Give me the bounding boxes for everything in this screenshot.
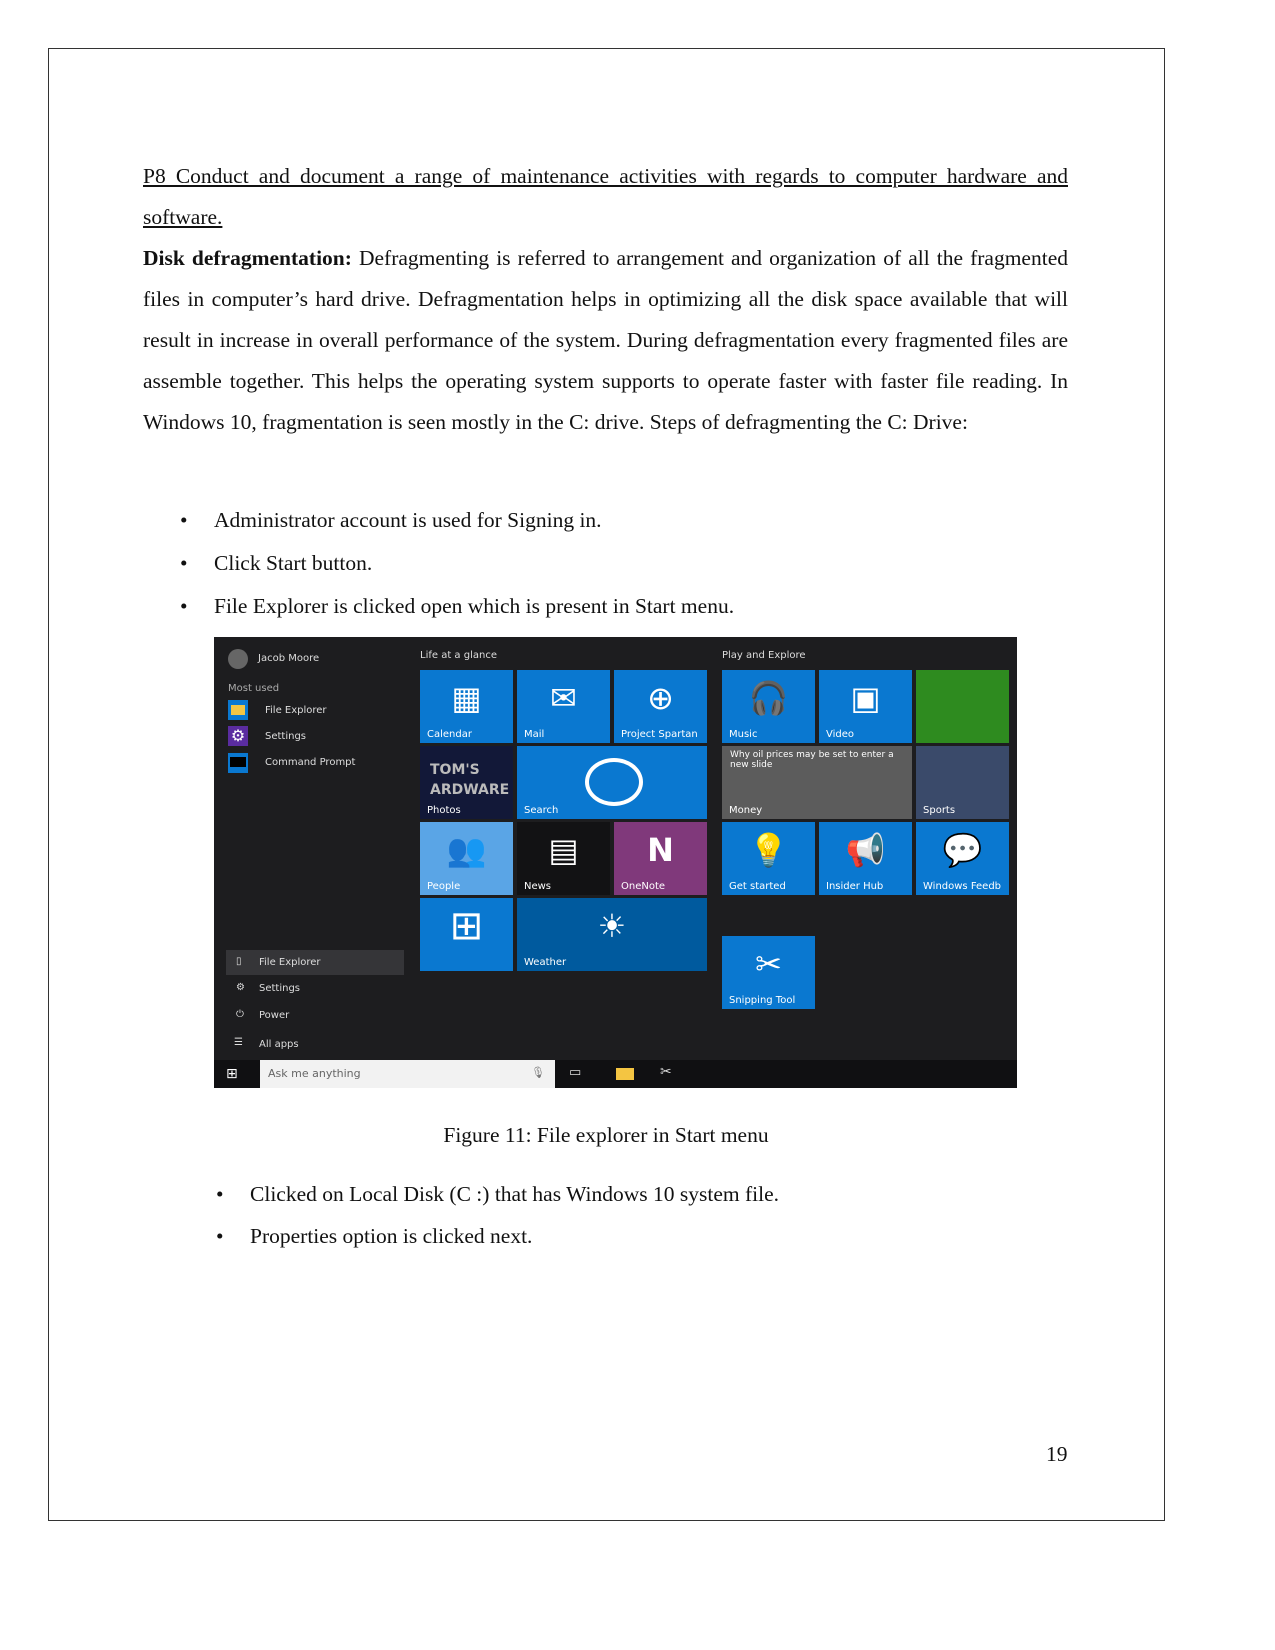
store-icon: ⊞ — [449, 903, 484, 949]
mail-icon: ✉ — [550, 679, 577, 717]
lightbulb-icon: 💡 — [748, 831, 789, 869]
search-box[interactable]: Ask me anything 🎙 — [260, 1060, 555, 1088]
feedback-icon: 💬 — [942, 831, 983, 869]
tile-snipping-tool[interactable]: ✂ Snipping Tool — [722, 936, 815, 1009]
headphones-icon: 🎧 — [748, 679, 789, 717]
bullet-item: • Properties option is clicked next. — [216, 1224, 533, 1248]
tile-xbox-avatars[interactable] — [916, 670, 1009, 743]
scissors-icon: ✂ — [755, 945, 782, 983]
bullet-item: • Click Start button. — [180, 551, 373, 575]
tile-get-started[interactable]: 💡 Get started — [722, 822, 815, 895]
tile-news[interactable]: ▤ News — [517, 822, 610, 895]
most-used-settings[interactable]: Settings — [265, 731, 306, 742]
tile-weather[interactable]: ☀ Weather — [517, 898, 707, 971]
video-icon: ▣ — [850, 679, 881, 717]
bottom-settings[interactable]: Settings — [259, 983, 300, 994]
bottom-file-explorer[interactable]: File Explorer — [259, 957, 321, 968]
tile-photos[interactable]: TOM'S ARDWARE Photos — [420, 746, 513, 819]
paragraph-text: Defragmenting is referred to arrangement… — [143, 246, 1068, 434]
settings-icon: ⚙ — [228, 726, 248, 746]
bullet-item: • Administrator account is used for Signi… — [180, 508, 602, 532]
page-number: 19 — [1046, 1442, 1068, 1466]
sun-icon: ☀ — [597, 907, 627, 945]
document-page: P8 Conduct and document a range of maint… — [0, 0, 1275, 1650]
tile-money[interactable]: Why oil prices may be set to enter a new… — [722, 746, 912, 819]
people-icon: 👥 — [446, 831, 487, 869]
file-explorer-icon: ▯ — [236, 956, 242, 967]
tile-store[interactable]: ⊞ — [420, 898, 513, 971]
file-explorer-icon — [228, 700, 248, 720]
tile-onenote[interactable]: N OneNote — [614, 822, 707, 895]
tile-search[interactable]: Search — [517, 746, 707, 819]
avatar[interactable] — [228, 649, 248, 669]
tile-music[interactable]: 🎧 Music — [722, 670, 815, 743]
tile-mail[interactable]: ✉ Mail — [517, 670, 610, 743]
group-label: Life at a glance — [420, 650, 497, 661]
most-used-file-explorer[interactable]: File Explorer — [265, 705, 327, 716]
section-heading: P8 Conduct and document a range of maint… — [143, 164, 1068, 229]
file-explorer-taskbar-icon[interactable] — [616, 1068, 634, 1080]
command-prompt-icon — [228, 753, 248, 773]
megaphone-icon: 📢 — [845, 831, 886, 869]
cortana-icon — [585, 758, 643, 806]
tile-project-spartan[interactable]: ⊕ Project Spartan — [614, 670, 707, 743]
bottom-power[interactable]: Power — [259, 1010, 289, 1021]
tile-calendar[interactable]: ▦ Calendar — [420, 670, 513, 743]
snipping-tool-taskbar-icon[interactable]: ✂ — [660, 1064, 672, 1080]
user-name[interactable]: Jacob Moore — [258, 653, 319, 664]
term-label: Disk defragmentation: — [143, 246, 352, 270]
tile-sports[interactable]: Sports — [916, 746, 1009, 819]
bullet-item: • Clicked on Local Disk (C :) that has Wi… — [216, 1182, 779, 1206]
body-paragraph: Disk defragmentation: Defragmenting is r… — [143, 238, 1068, 443]
bullet-item: • File Explorer is clicked open which is … — [180, 594, 735, 618]
tile-insider-hub[interactable]: 📢 Insider Hub — [819, 822, 912, 895]
start-menu-screenshot: Jacob Moore Most used File Explorer ⚙ Se… — [214, 637, 1017, 1088]
taskbar: ⊞ Ask me anything 🎙 ▭ ✂ — [214, 1060, 1017, 1088]
figure-caption: Figure 11: File explorer in Start menu — [443, 1123, 769, 1147]
onenote-icon: N — [647, 831, 674, 869]
tile-video[interactable]: ▣ Video — [819, 670, 912, 743]
windows-start-icon[interactable]: ⊞ — [226, 1066, 238, 1082]
group-label: Play and Explore — [722, 650, 806, 661]
most-used-command-prompt[interactable]: Command Prompt — [265, 757, 355, 768]
tile-windows-feedback[interactable]: 💬 Windows Feedb — [916, 822, 1009, 895]
power-icon: ⏻ — [236, 1009, 244, 1020]
calendar-icon: ▦ — [451, 679, 482, 717]
tile-people[interactable]: 👥 People — [420, 822, 513, 895]
news-icon: ▤ — [548, 831, 579, 869]
task-view-icon[interactable]: ▭ — [569, 1065, 581, 1080]
globe-icon: ⊕ — [647, 679, 674, 717]
most-used-label: Most used — [228, 683, 280, 694]
list-icon: ☰ — [234, 1037, 243, 1048]
microphone-icon[interactable]: 🎙 — [531, 1066, 545, 1079]
gear-icon: ⚙ — [236, 982, 245, 993]
bottom-all-apps[interactable]: All apps — [259, 1039, 299, 1050]
